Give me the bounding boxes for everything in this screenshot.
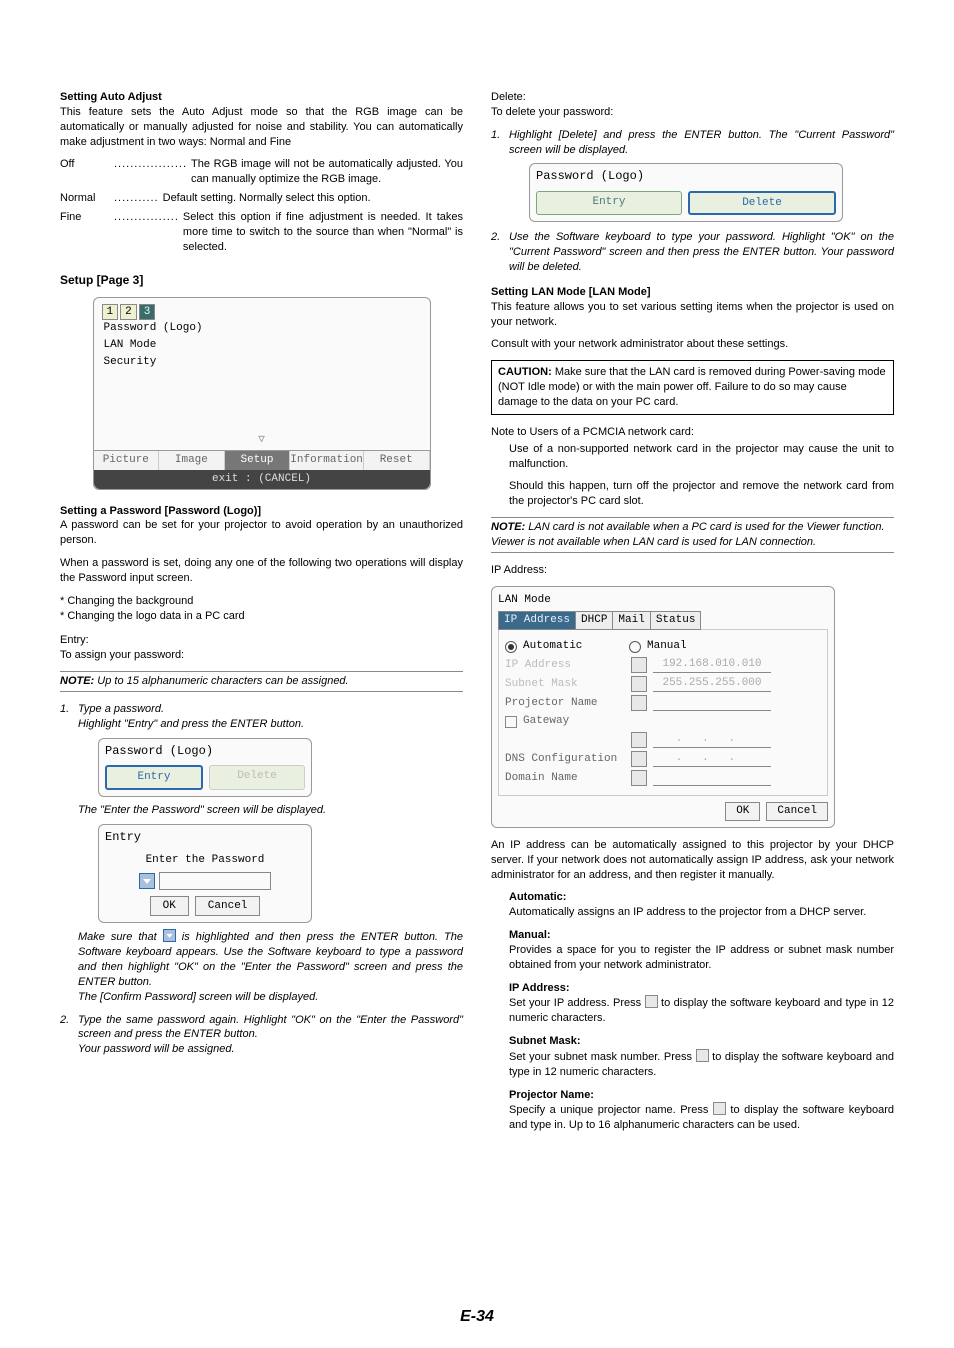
pcmcia-2: Should this happen, turn off the project…	[509, 479, 894, 509]
note-15-chars: NOTE: Up to 15 alphanumeric characters c…	[60, 671, 463, 692]
del-step-2: 2. Use the Software keyboard to type you…	[509, 230, 894, 275]
delete-label: Delete:	[491, 90, 894, 105]
bullet-logo: * Changing the logo data in a PC card	[60, 609, 463, 624]
pcmcia-heading: Note to Users of a PCMCIA network card:	[491, 425, 894, 440]
keyboard-icon	[631, 770, 647, 786]
del-step-1: 1. Highlight [Delete] and press the ENTE…	[509, 128, 894, 223]
osd-setup-figure: 1 2 3 Password (Logo) LAN Mode Security …	[93, 297, 431, 490]
osd-item-lanmode: LAN Mode	[102, 337, 422, 354]
osd-item-security: Security	[102, 354, 422, 371]
entry-button: Entry	[536, 191, 682, 216]
t-subnet: Set your subnet mask number. Press to di…	[509, 1049, 894, 1080]
radio-automatic	[505, 641, 517, 653]
h-subnet: Subnet Mask:	[509, 1034, 894, 1049]
heading-lan-mode: Setting LAN Mode [LAN Mode]	[491, 285, 894, 300]
lan-p2: Consult with your network administrator …	[491, 337, 894, 352]
page-number: E-34	[0, 1306, 954, 1328]
delete-button: Delete	[688, 191, 836, 216]
lan-title: LAN Mode	[498, 593, 828, 608]
lan-ok-button: OK	[725, 802, 760, 821]
osd-menu-image: Image	[159, 451, 225, 470]
h-ipaddress: IP Address:	[509, 981, 894, 996]
def-fine: Fine ................ Select this option…	[60, 210, 463, 255]
def-normal: Normal ........... Default setting. Norm…	[60, 191, 463, 206]
left-column: Setting Auto Adjust This feature sets th…	[60, 90, 463, 1141]
caution-box: CAUTION: Make sure that the LAN card is …	[491, 360, 894, 415]
osd-down-icon: ▽	[102, 431, 422, 450]
keyboard-icon	[631, 751, 647, 767]
lan-p1: This feature allows you to set various s…	[491, 300, 894, 330]
keyboard-icon	[713, 1102, 726, 1115]
keyboard-icon	[645, 995, 658, 1008]
keyboard-icon	[631, 695, 647, 711]
lan-tab-mail: Mail	[612, 611, 650, 630]
t-ipaddress: Set your IP address. Press to display th…	[509, 995, 894, 1026]
keyboard-icon	[631, 732, 647, 748]
dlg-password-delete: Password (Logo) Entry Delete	[529, 163, 843, 222]
osd-item-password: Password (Logo)	[102, 320, 422, 337]
auto-adjust-desc: This feature sets the Auto Adjust mode s…	[60, 105, 463, 150]
osd-menu-picture: Picture	[94, 451, 160, 470]
keyboard-icon	[631, 676, 647, 692]
h-manual: Manual:	[509, 928, 894, 943]
heading-auto-adjust: Setting Auto Adjust	[60, 90, 463, 105]
lan-tab-dhcp: DHCP	[575, 611, 613, 630]
def-off: Off .................. The RGB image wil…	[60, 157, 463, 187]
osd-menu-setup: Setup	[225, 451, 291, 470]
osd-tab-2: 2	[120, 304, 137, 321]
step-1: 1. Type a password. Highlight "Entry" an…	[78, 702, 463, 1005]
osd-tab-3: 3	[139, 304, 156, 321]
keyboard-icon	[696, 1049, 709, 1062]
pcmcia-1: Use of a non-supported network card in t…	[509, 442, 894, 472]
radio-manual	[629, 641, 641, 653]
delete-text: To delete your password:	[491, 105, 894, 120]
t-automatic: Automatically assigns an IP address to t…	[509, 905, 894, 920]
right-column: Delete: To delete your password: 1. High…	[491, 90, 894, 1141]
dlg-enter-password: Entry Enter the Password OK Cancel	[98, 824, 312, 924]
h-projector-name: Projector Name:	[509, 1088, 894, 1103]
ip-address-label: IP Address:	[491, 563, 894, 578]
t-projector-name: Specify a unique projector name. Press t…	[509, 1102, 894, 1133]
entry-label: Entry:	[60, 633, 463, 648]
lan-tab-status: Status	[650, 611, 702, 630]
keyboard-icon	[631, 657, 647, 673]
lan-tab-ip: IP Address	[498, 611, 576, 630]
password-field	[159, 872, 271, 890]
ip-desc: An IP address can be automatically assig…	[491, 838, 894, 883]
heading-set-password: Setting a Password [Password (Logo)]	[60, 504, 463, 519]
delete-button: Delete	[209, 765, 305, 790]
note-lan-card: NOTE: LAN card is not available when a P…	[491, 517, 894, 553]
manual-page: Setting Auto Adjust This feature sets th…	[0, 0, 954, 1348]
password-desc-b: When a password is set, doing any one of…	[60, 556, 463, 586]
entry-text: To assign your password:	[60, 648, 463, 663]
osd-exit-label: exit : (CANCEL)	[94, 470, 430, 489]
keyboard-icon	[163, 929, 176, 942]
t-manual: Provides a space for you to register the…	[509, 943, 894, 973]
ok-button: OK	[150, 896, 189, 917]
lan-cancel-button: Cancel	[766, 802, 828, 821]
checkbox-gateway	[505, 716, 517, 728]
osd-menu-information: Information	[290, 451, 364, 470]
dlg-password-entry: Password (Logo) Entry Delete	[98, 738, 312, 797]
heading-setup-page3: Setup [Page 3]	[60, 272, 463, 288]
dlg-lan-mode: LAN Mode IP Address DHCP Mail Status Aut…	[491, 586, 835, 828]
password-desc-a: A password can be set for your projector…	[60, 518, 463, 548]
keyboard-icon	[139, 873, 155, 889]
step-2: 2. Type the same password again. Highlig…	[78, 1013, 463, 1058]
osd-tab-1: 1	[102, 304, 119, 321]
h-automatic: Automatic:	[509, 890, 894, 905]
bullet-bg: * Changing the background	[60, 594, 463, 609]
osd-menu-reset: Reset	[364, 451, 430, 470]
entry-button: Entry	[105, 765, 203, 790]
cancel-button: Cancel	[195, 896, 261, 917]
